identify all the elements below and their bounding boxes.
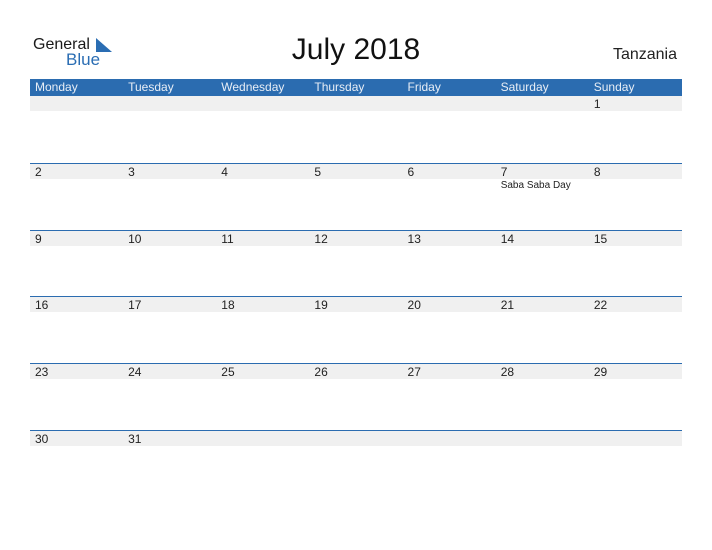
weekday-thursday: Thursday — [314, 80, 365, 94]
day-cell: 26 — [309, 364, 402, 430]
day-cell: 4 — [216, 164, 309, 230]
day-cell — [496, 96, 589, 162]
holiday-event: Saba Saba Day — [500, 180, 571, 191]
day-cell: 29 — [589, 364, 682, 430]
day-number: 11 — [221, 232, 234, 246]
day-cell: 9 — [30, 231, 123, 297]
day-cell: 27 — [403, 364, 496, 430]
day-cell — [589, 431, 682, 497]
weekday-saturday: Saturday — [500, 80, 549, 94]
day-cell: 30 — [30, 431, 123, 497]
day-number: 13 — [407, 232, 421, 246]
calendar-title: July 2018 — [291, 33, 421, 66]
day-number: 9 — [35, 232, 42, 246]
day-cell: 15 — [589, 231, 682, 297]
day-cell: 22 — [589, 297, 682, 363]
day-cell: 31 — [123, 431, 216, 497]
day-number: 8 — [593, 165, 601, 179]
day-number: 10 — [128, 232, 142, 246]
day-number: 18 — [221, 298, 235, 312]
week-row: 9 10 11 12 13 14 15 — [30, 230, 682, 297]
weekday-wednesday: Wednesday — [221, 80, 285, 94]
day-cell: 13 — [403, 231, 496, 297]
day-cell: 19 — [309, 297, 402, 363]
day-cell: 14 — [496, 231, 589, 297]
day-cell: 24 — [123, 364, 216, 430]
day-number: 19 — [314, 298, 328, 312]
day-cell — [309, 96, 402, 162]
day-cell: 8 — [589, 164, 682, 230]
day-cell: 25 — [216, 364, 309, 430]
day-number: 21 — [500, 298, 515, 312]
day-number: 15 — [593, 232, 608, 246]
day-number: 26 — [314, 365, 328, 379]
day-number: 16 — [35, 298, 49, 312]
day-cell — [496, 431, 589, 497]
day-number: 1 — [593, 97, 601, 111]
day-cell: 12 — [309, 231, 402, 297]
day-number: 23 — [35, 365, 49, 379]
day-cell: 5 — [309, 164, 402, 230]
day-number: 14 — [500, 232, 515, 246]
day-number: 7 — [500, 165, 508, 179]
day-number: 25 — [221, 365, 235, 379]
week-row: 1 — [30, 96, 682, 162]
day-number: 24 — [128, 365, 142, 379]
weekday-header: Monday Tuesday Wednesday Thursday Friday… — [30, 79, 682, 96]
day-cell: 6 — [403, 164, 496, 230]
day-cell — [30, 96, 123, 162]
day-cell: 18 — [216, 297, 309, 363]
weekday-monday: Monday — [35, 80, 78, 94]
day-number: 6 — [407, 165, 415, 179]
day-cell — [216, 431, 309, 497]
day-number: 4 — [221, 165, 228, 179]
country-label: Tanzania — [612, 46, 677, 63]
day-number: 22 — [593, 298, 608, 312]
day-number: 29 — [593, 365, 608, 379]
weekday-friday: Friday — [407, 80, 441, 94]
day-cell — [123, 96, 216, 162]
day-number: 28 — [500, 365, 515, 379]
day-cell: 3 — [123, 164, 216, 230]
week-row: 23 24 25 26 27 28 29 — [30, 363, 682, 430]
day-cell: 28 — [496, 364, 589, 430]
day-number: 17 — [128, 298, 142, 312]
day-cell: 20 — [403, 297, 496, 363]
day-number: 2 — [35, 165, 42, 179]
day-number: 31 — [128, 432, 142, 446]
day-cell: 21 — [496, 297, 589, 363]
week-row: 2 3 4 5 6 7 Saba Saba Day 8 — [30, 163, 682, 230]
day-number: 27 — [407, 365, 421, 379]
day-number: 5 — [314, 165, 322, 179]
day-cell: 7 Saba Saba Day — [496, 164, 589, 230]
day-cell — [403, 96, 496, 162]
day-number: 12 — [314, 232, 328, 246]
day-cell: 17 — [123, 297, 216, 363]
day-cell: 16 — [30, 297, 123, 363]
day-cell — [216, 96, 309, 162]
day-cell: 10 — [123, 231, 216, 297]
day-cell: 2 — [30, 164, 123, 230]
day-cell: 11 — [216, 231, 309, 297]
day-number: 20 — [407, 298, 421, 312]
week-row: 16 17 18 19 20 21 22 — [30, 296, 682, 363]
day-number: 30 — [35, 432, 49, 446]
weekday-tuesday: Tuesday — [128, 80, 174, 94]
day-cell: 23 — [30, 364, 123, 430]
day-cell: 1 — [589, 96, 682, 162]
day-cell — [403, 431, 496, 497]
weekday-sunday: Sunday — [593, 80, 635, 94]
week-row: 30 31 — [30, 430, 682, 497]
day-number: 3 — [128, 165, 135, 179]
day-cell — [309, 431, 402, 497]
